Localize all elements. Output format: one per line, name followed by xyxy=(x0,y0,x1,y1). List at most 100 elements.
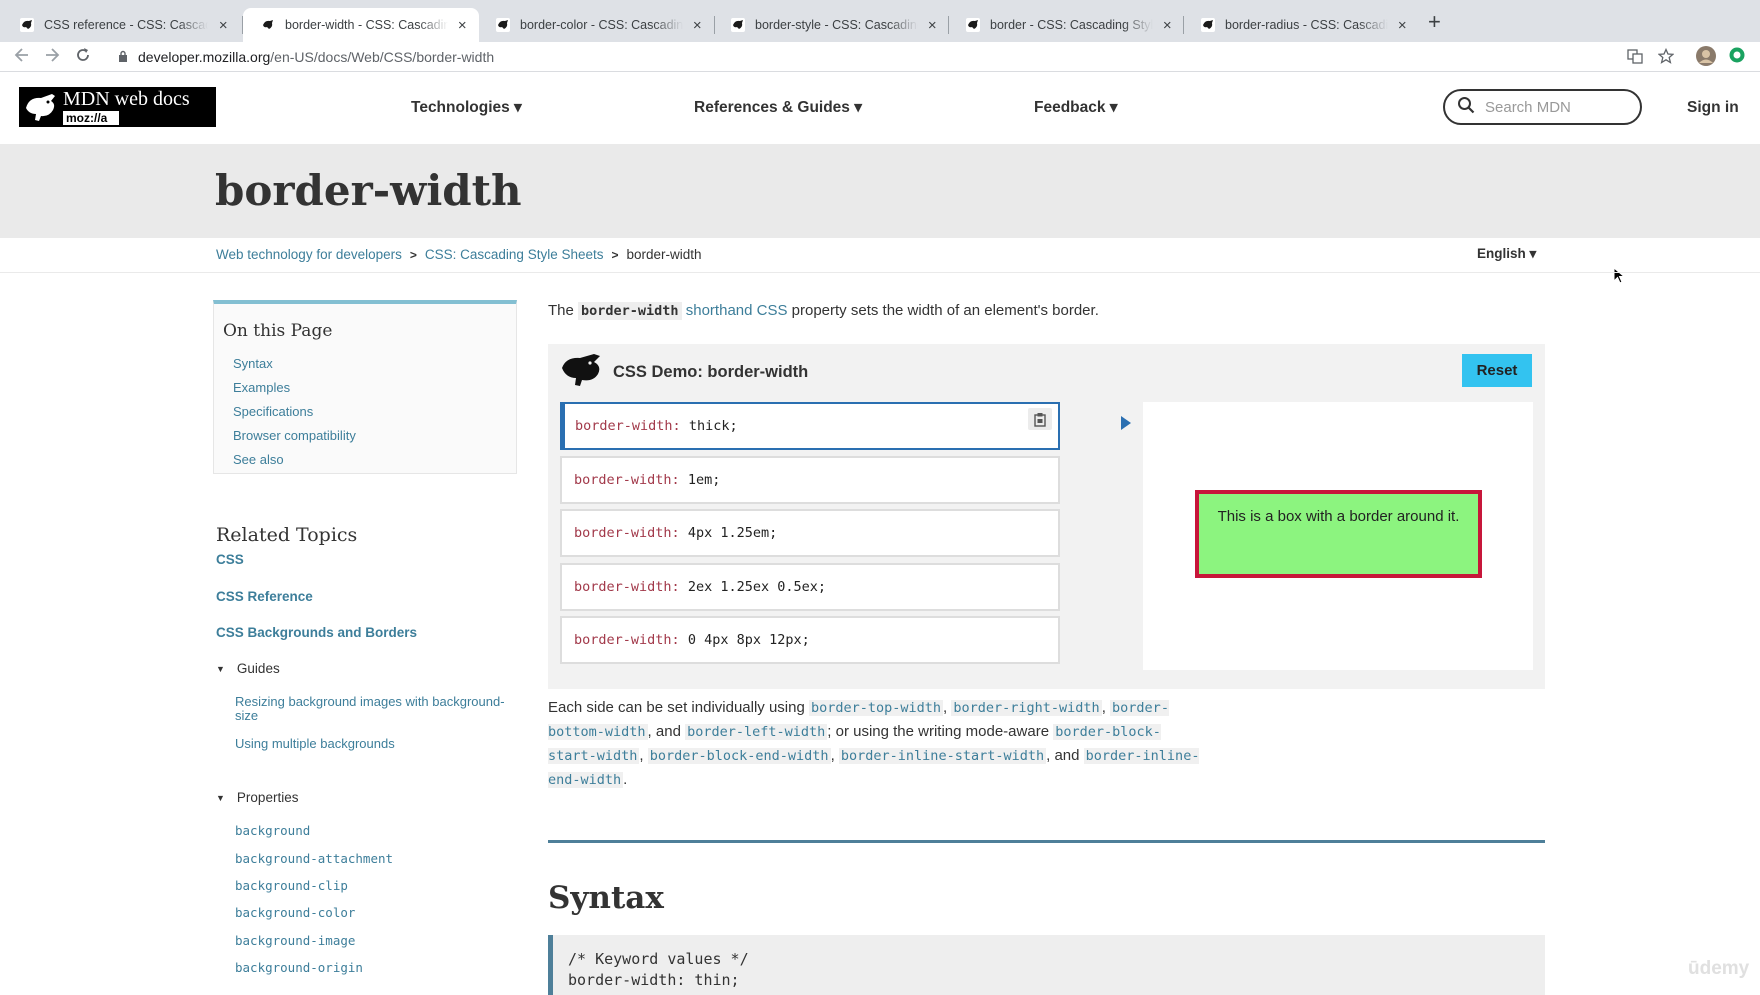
forward-arrow-icon[interactable] xyxy=(44,45,60,70)
tab-label: border-style - CSS: Cascading Style Shee… xyxy=(755,18,918,32)
reset-button[interactable]: Reset xyxy=(1462,354,1532,387)
language-selector[interactable]: English ▾ xyxy=(1477,246,1536,262)
tab-label: border - CSS: Cascading Style Sheets xyxy=(990,18,1153,32)
related-link-css-reference[interactable]: CSS Reference xyxy=(216,589,313,604)
property-link[interactable]: background-image xyxy=(235,933,355,948)
toc-link-syntax[interactable]: Syntax xyxy=(233,356,273,371)
toc-link-browser-compatibility[interactable]: Browser compatibility xyxy=(233,428,356,443)
breadcrumb-current: border-width xyxy=(626,247,702,262)
sign-in-link[interactable]: Sign in xyxy=(1687,99,1739,117)
property-link[interactable]: background-color xyxy=(235,905,355,920)
demo-choice[interactable]: border-width: 0 4px 8px 12px; xyxy=(560,616,1060,664)
nav-technologies[interactable]: Technologies ▾ xyxy=(411,98,522,117)
code-line: border-width: thin; xyxy=(568,971,740,989)
nav-references-guides[interactable]: References & Guides ▾ xyxy=(694,98,862,117)
tab-border[interactable]: border - CSS: Cascading Style Sheets × xyxy=(948,8,1184,42)
paragraph-text: , and xyxy=(647,723,681,740)
property-link[interactable]: background-attachment xyxy=(235,851,393,866)
intro-text: property sets the width of an element's … xyxy=(791,302,1099,319)
close-icon[interactable]: × xyxy=(456,17,469,34)
shorthand-css-link[interactable]: shorthand CSS xyxy=(686,302,788,319)
search-input[interactable] xyxy=(1485,98,1625,116)
tab-border-style[interactable]: border-style - CSS: Cascading Style Shee… xyxy=(713,8,949,42)
address-bar: developer.mozilla.org/en-US/docs/Web/CSS… xyxy=(0,42,1760,72)
close-icon[interactable]: × xyxy=(926,17,939,34)
property-link[interactable]: border-block-end-width xyxy=(647,748,831,764)
toc-link-see-also[interactable]: See also xyxy=(233,452,284,467)
property-link[interactable]: border-left-width xyxy=(685,724,828,740)
toc-link-specifications[interactable]: Specifications xyxy=(233,404,313,419)
dinosaur-icon xyxy=(19,87,63,127)
mdn-logo[interactable]: MDN web docs moz://a xyxy=(19,87,216,127)
choice-property: border-width: xyxy=(575,418,681,434)
property-link[interactable]: background xyxy=(235,823,310,838)
dinosaur-icon xyxy=(560,354,604,391)
property-link[interactable]: background-origin xyxy=(235,960,363,975)
mdn-favicon-icon xyxy=(261,18,275,32)
new-tab-button[interactable]: + xyxy=(1428,9,1441,35)
paragraph-text: ; or using the writing mode-aware xyxy=(827,723,1050,740)
close-icon[interactable]: × xyxy=(1396,17,1409,34)
url-path: /en-US/docs/Web/CSS/border-width xyxy=(270,49,495,65)
choice-property: border-width: xyxy=(574,472,680,488)
choice-value: 1em; xyxy=(687,472,721,488)
url-field[interactable]: developer.mozilla.org/en-US/docs/Web/CSS… xyxy=(118,49,494,65)
close-icon[interactable]: × xyxy=(216,17,230,34)
nav-feedback[interactable]: Feedback ▾ xyxy=(1034,98,1118,117)
close-icon[interactable]: × xyxy=(691,17,704,34)
chevron-right-icon: > xyxy=(611,247,619,262)
paragraph-text: , and xyxy=(1046,747,1080,764)
property-link[interactable]: border-inline-start-width xyxy=(838,748,1047,764)
demo-choice[interactable]: border-width: 1em; xyxy=(560,456,1060,504)
property-link[interactable]: background-clip xyxy=(235,878,348,893)
mdn-favicon-icon xyxy=(966,18,980,32)
breadcrumb-link[interactable]: Web technology for developers xyxy=(216,247,402,262)
section-divider xyxy=(548,840,1545,843)
individual-sides-paragraph: Each side can be set individually using … xyxy=(548,699,1200,788)
tab-label: CSS reference - CSS: Cascading Style She… xyxy=(44,18,208,32)
title-band: border-width xyxy=(0,144,1760,238)
toc-heading: On this Page xyxy=(223,321,333,341)
tab-css-reference[interactable]: CSS reference - CSS: Cascading Style She… xyxy=(2,8,240,42)
on-this-page-box: On this Page Syntax Examples Specificati… xyxy=(213,300,517,474)
bookmark-star-icon[interactable] xyxy=(1657,47,1675,69)
mdn-favicon-icon xyxy=(20,18,34,32)
tab-border-color[interactable]: border-color - CSS: Cascading Style Shee… xyxy=(478,8,714,42)
play-arrow-icon xyxy=(1120,415,1132,436)
divider xyxy=(0,272,1760,273)
search-box xyxy=(1443,89,1642,125)
copy-clipboard-icon[interactable] xyxy=(1028,408,1052,430)
property-link[interactable]: border-right-width xyxy=(951,700,1102,716)
guide-link[interactable]: Resizing background images with backgrou… xyxy=(235,695,527,723)
demo-choice[interactable]: border-width: thick; xyxy=(560,402,1060,450)
breadcrumb-link[interactable]: CSS: Cascading Style Sheets xyxy=(425,247,604,262)
toc-link-examples[interactable]: Examples xyxy=(233,380,290,395)
properties-toggle[interactable]: ▼ Properties xyxy=(216,790,298,805)
paragraph-text: Each side can be set individually using xyxy=(548,699,805,716)
demo-choice[interactable]: border-width: 2ex 1.25ex 0.5ex; xyxy=(560,563,1060,611)
tab-label: border-width - CSS: Cascading Style Shee… xyxy=(285,18,448,32)
related-link-backgrounds-borders[interactable]: CSS Backgrounds and Borders xyxy=(216,625,417,640)
demo-choice[interactable]: border-width: 4px 1.25em; xyxy=(560,509,1060,557)
extension-icon[interactable] xyxy=(1729,47,1745,68)
search-icon[interactable] xyxy=(1457,96,1475,119)
intro-text: The xyxy=(548,302,574,319)
related-link-css[interactable]: CSS xyxy=(216,552,244,567)
choice-value: 0 4px 8px 12px; xyxy=(687,632,810,648)
close-icon[interactable]: × xyxy=(1161,17,1174,34)
tab-border-radius[interactable]: border-radius - CSS: Cascading Style She… xyxy=(1183,8,1419,42)
guide-link[interactable]: Using multiple backgrounds xyxy=(235,737,527,751)
tab-border-width[interactable]: border-width - CSS: Cascading Style Shee… xyxy=(243,8,479,42)
back-arrow-icon[interactable] xyxy=(14,45,30,70)
guides-label: Guides xyxy=(236,661,280,676)
profile-avatar[interactable] xyxy=(1696,46,1716,71)
translate-icon[interactable] xyxy=(1627,48,1643,69)
code-line: /* Keyword values */ xyxy=(568,950,749,968)
mdn-favicon-icon xyxy=(1201,18,1215,32)
reload-icon[interactable] xyxy=(75,45,91,70)
breadcrumb: Web technology for developers > CSS: Cas… xyxy=(216,247,702,262)
guides-toggle[interactable]: ▼ Guides xyxy=(216,661,280,676)
property-link[interactable]: border-top-width xyxy=(809,700,944,716)
choice-value: thick; xyxy=(688,418,738,434)
page-title: border-width xyxy=(215,166,522,215)
